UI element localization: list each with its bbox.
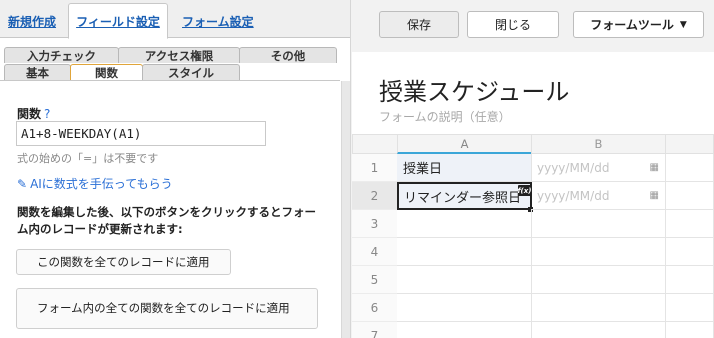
date-cell[interactable]: yyyy/MM/dd ▦ xyxy=(531,154,666,182)
row-number[interactable]: 1 xyxy=(352,154,397,182)
help-icon[interactable]: ? xyxy=(44,107,50,121)
grid-cell[interactable] xyxy=(531,266,666,294)
field-settings-panel: 新規作成 フィールド設定 フォーム設定 入力チェック アクセス権限 その他 基本… xyxy=(0,0,351,338)
grid-cell[interactable] xyxy=(397,266,532,294)
grid-cell[interactable] xyxy=(397,238,532,266)
row-number[interactable]: 3 xyxy=(352,210,397,238)
grid-cell[interactable] xyxy=(397,294,532,322)
form-description[interactable]: フォームの説明（任意） xyxy=(379,108,511,125)
pencil-icon: ✎ xyxy=(17,176,28,191)
grid-cell[interactable]: 授業日 xyxy=(397,154,532,182)
save-button[interactable]: 保存 xyxy=(379,11,459,38)
apply-function-button[interactable]: この関数を全てのレコードに適用 xyxy=(16,249,231,275)
update-description: 関数を編集した後、以下のボタンをクリックするとフォーム内のレコードが更新されます… xyxy=(17,205,316,236)
tab-new[interactable]: 新規作成 xyxy=(2,3,62,39)
grid-cell[interactable] xyxy=(531,294,666,322)
grid-cell[interactable] xyxy=(397,322,532,338)
form-editor: 保存 閉じる フォームツール ▼ 授業スケジュール フォームの説明（任意） A … xyxy=(352,0,714,338)
tab-other[interactable]: その他 xyxy=(239,47,337,63)
form-title[interactable]: 授業スケジュール xyxy=(379,72,569,107)
calendar-icon[interactable]: ▦ xyxy=(650,162,659,173)
row-number[interactable]: 7 xyxy=(352,322,397,338)
sub-tab-row-2: 基本 関数 スタイル xyxy=(0,64,350,80)
column-header-b[interactable]: B xyxy=(531,134,666,154)
form-tools-label: フォームツール xyxy=(590,18,674,32)
tab-input-check[interactable]: 入力チェック xyxy=(4,47,119,63)
grid-cell[interactable] xyxy=(665,238,714,266)
top-tab-bar: 新規作成 フィールド設定 フォーム設定 xyxy=(0,0,350,39)
row-number[interactable]: 4 xyxy=(352,238,397,266)
grid-cell[interactable] xyxy=(665,210,714,238)
date-placeholder: yyyy/MM/dd xyxy=(537,188,610,203)
grid-cell[interactable] xyxy=(665,294,714,322)
formula-input[interactable] xyxy=(16,121,266,146)
row-number[interactable]: 6 xyxy=(352,294,397,322)
date-cell[interactable]: yyyy/MM/dd ▦ xyxy=(531,182,666,210)
ai-assist-label: AIに数式を手伝ってもらう xyxy=(30,177,173,191)
scrollbar[interactable] xyxy=(341,81,350,338)
tab-function[interactable]: 関数 xyxy=(70,64,143,80)
row-number[interactable]: 2 xyxy=(352,182,397,210)
sub-tab-row-1: 入力チェック アクセス権限 その他 xyxy=(0,47,350,63)
chevron-down-icon: ▼ xyxy=(679,19,687,30)
function-badge-icon: f(x) xyxy=(517,185,532,196)
formula-hint: 式の始めの「=」は不要です xyxy=(17,152,159,165)
grid-cell[interactable] xyxy=(665,182,714,210)
row-number[interactable]: 5 xyxy=(352,266,397,294)
tab-style[interactable]: スタイル xyxy=(142,64,240,80)
function-label: 関数? xyxy=(17,105,50,122)
form-canvas: 授業スケジュール フォームの説明（任意） A B 1 授業日 yyyy/MM/d… xyxy=(352,52,714,338)
tab-access[interactable]: アクセス権限 xyxy=(118,47,240,63)
ai-assist-link[interactable]: ✎ AIに数式を手伝ってもらう xyxy=(17,175,173,192)
function-label-text: 関数 xyxy=(17,107,42,121)
tab-form-settings[interactable]: フォーム設定 xyxy=(176,3,260,39)
grid-cell[interactable] xyxy=(665,266,714,294)
grid-cell[interactable] xyxy=(665,154,714,182)
tab-divider xyxy=(0,80,340,81)
active-cell[interactable]: リマインダー参照日 xyxy=(397,182,532,210)
tab-basic[interactable]: 基本 xyxy=(4,64,71,80)
column-header-a[interactable]: A xyxy=(397,134,532,154)
apply-all-functions-button[interactable]: フォーム内の全ての関数を全てのレコードに適用 xyxy=(16,288,318,329)
grid-cell[interactable] xyxy=(665,322,714,338)
column-header-c[interactable] xyxy=(665,134,714,154)
grid-cell[interactable] xyxy=(531,210,666,238)
tab-field-settings[interactable]: フィールド設定 xyxy=(68,3,168,39)
corner-header xyxy=(352,134,398,154)
grid-cell[interactable] xyxy=(531,322,666,338)
close-button[interactable]: 閉じる xyxy=(467,11,559,38)
date-placeholder: yyyy/MM/dd xyxy=(537,160,610,175)
calendar-icon[interactable]: ▦ xyxy=(650,190,659,201)
grid-cell[interactable] xyxy=(531,238,666,266)
grid-cell[interactable] xyxy=(397,210,532,238)
form-tools-button[interactable]: フォームツール ▼ xyxy=(573,11,704,38)
